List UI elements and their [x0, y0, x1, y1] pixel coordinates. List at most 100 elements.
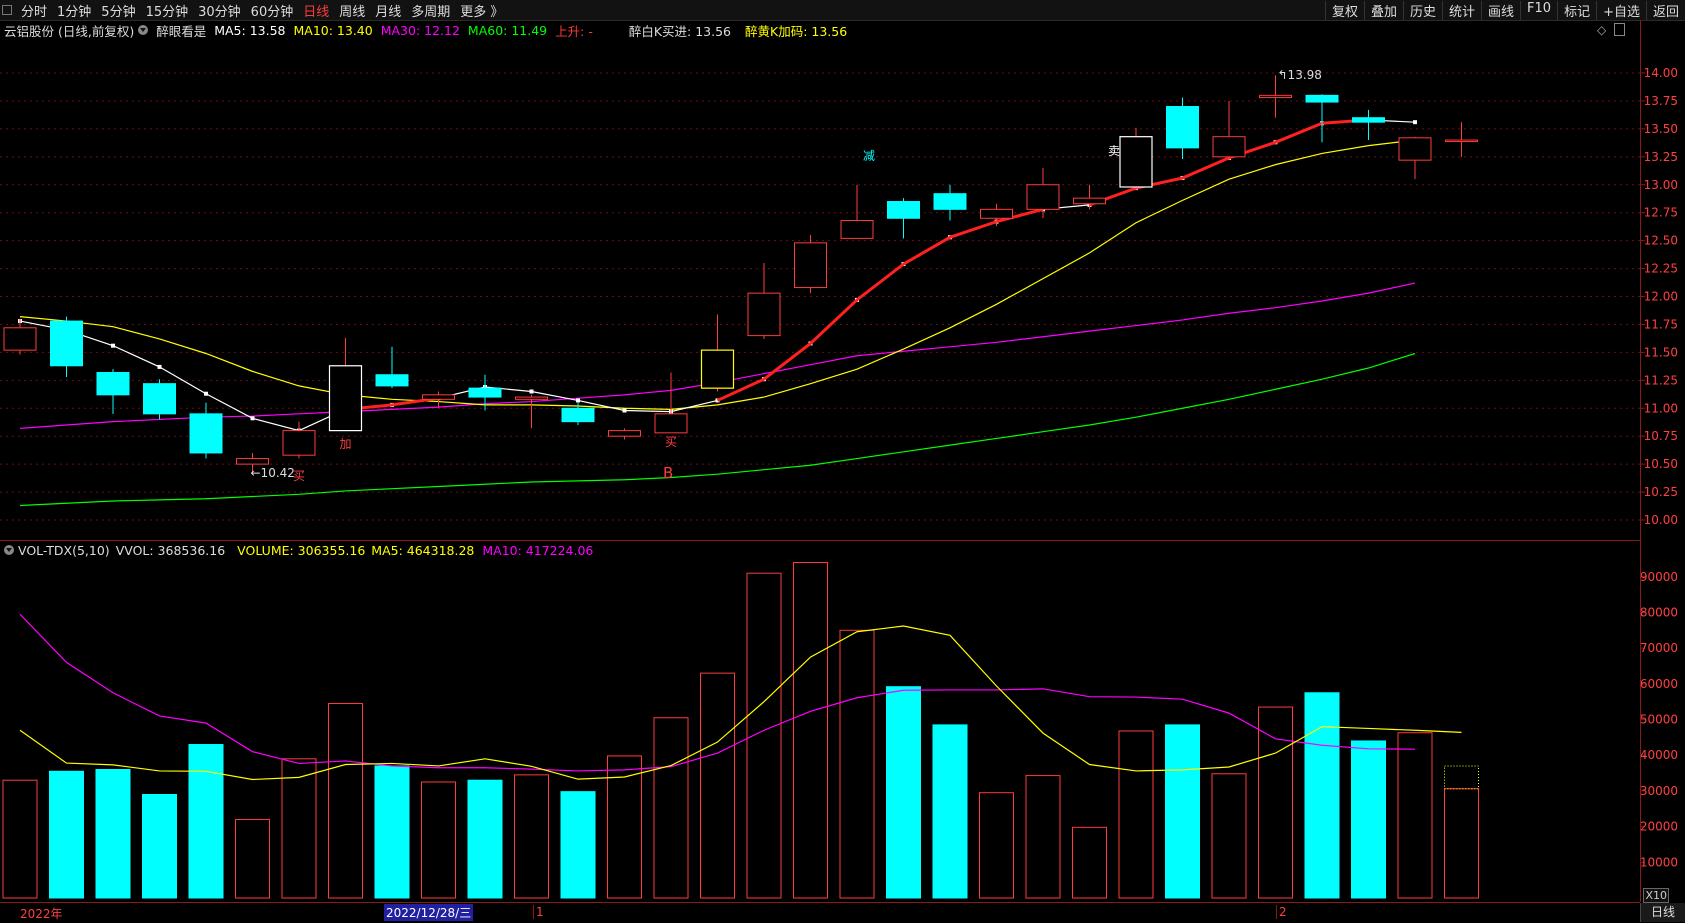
candle-up	[422, 394, 455, 400]
x-label-year: 2022年	[20, 907, 63, 921]
panel-divider[interactable]	[0, 540, 1640, 541]
add-mark: 加	[340, 437, 352, 451]
volume-bar-down	[1165, 724, 1200, 899]
period-indicator[interactable]: 日线	[1640, 903, 1685, 922]
volume-projection	[1444, 765, 1479, 790]
ma5-dot	[576, 398, 580, 403]
vol-ma5-line	[19, 625, 1462, 781]
candle-up	[282, 430, 316, 456]
candle-down	[933, 193, 967, 210]
volume-bar-up	[1211, 773, 1247, 899]
ma5-dot	[1413, 120, 1417, 125]
volume-bar-up	[1072, 826, 1107, 899]
candle-down	[189, 413, 223, 454]
candle-up	[236, 458, 269, 465]
reduce-mark: 减	[863, 149, 875, 163]
low-price-label: ←10.42	[251, 466, 295, 480]
volume-bar-up	[1444, 788, 1479, 899]
vol-tick-label: 40000	[1640, 748, 1678, 762]
volume-bar-down	[886, 686, 921, 899]
volume-bar-up	[793, 561, 828, 899]
candle-up	[1026, 184, 1060, 210]
candle-down	[1166, 106, 1199, 149]
volume-bar-down	[467, 779, 503, 899]
price-tick-label: 13.00	[1644, 178, 1678, 192]
volume-bar-down	[374, 765, 410, 899]
candle-up	[794, 242, 827, 289]
volume-bar-up	[839, 629, 875, 899]
signal-candle	[700, 349, 735, 389]
price-tick-label: 14.00	[1644, 66, 1678, 80]
volume-bar-up	[653, 717, 689, 899]
volume-bar-up	[2, 779, 38, 899]
volume-bar-down	[95, 769, 131, 899]
vol-tick-label: 30000	[1640, 784, 1678, 798]
price-tick-label: 13.75	[1644, 94, 1678, 108]
volume-bar-up	[235, 818, 270, 899]
price-tick-label: 12.25	[1644, 262, 1678, 276]
high-price-label: ↰13.98	[1278, 68, 1322, 82]
vol-tick-label: 60000	[1640, 677, 1678, 691]
vol-tick-label: 70000	[1640, 641, 1678, 655]
candle-up	[1259, 94, 1292, 99]
volume-bar-down	[560, 791, 596, 899]
vol-tick-label: 80000	[1640, 605, 1678, 619]
sell-mark: 卖	[1108, 144, 1120, 158]
volume-bar-up	[421, 781, 456, 899]
ma5-dot	[157, 364, 162, 369]
price-tick-label: 11.50	[1644, 345, 1678, 359]
volume-bar-down	[142, 793, 177, 899]
price-tick-label: 12.75	[1644, 206, 1678, 220]
volume-bar-up	[979, 792, 1014, 899]
price-tick-label: 10.50	[1644, 457, 1678, 471]
price-tick-label: 13.25	[1644, 150, 1678, 164]
price-tick-label: 11.00	[1644, 401, 1678, 415]
ma5-dot	[250, 416, 255, 421]
candle-up	[980, 208, 1013, 219]
candle-up	[840, 220, 874, 239]
candle-down	[1305, 94, 1339, 103]
vol-tick-label: 90000	[1640, 570, 1678, 584]
price-tick-label: 12.50	[1644, 234, 1678, 248]
kline-chart[interactable]: 加买买减 卖B←10.42↰13.98 14.0013.7513.5013.251…	[0, 0, 1685, 922]
price-tick-label: 10.00	[1644, 513, 1678, 527]
price-tick-label: 10.75	[1644, 429, 1678, 443]
ma5-dot	[529, 389, 534, 394]
price-tick-label: 10.25	[1644, 485, 1678, 499]
volume-bar-down	[188, 744, 224, 899]
price-tick-label: 11.75	[1644, 317, 1678, 331]
buy-mark: 买	[665, 435, 677, 449]
volume-bar-up	[700, 672, 735, 899]
candle-up	[1445, 139, 1478, 143]
candle-down	[50, 320, 83, 367]
volume-bar-down	[932, 724, 968, 899]
volume-bar-up	[1118, 730, 1154, 899]
price-tick-label: 11.25	[1644, 373, 1678, 387]
candle-down	[96, 371, 130, 396]
candle-down	[887, 201, 920, 219]
candle-up	[515, 396, 548, 400]
cursor-date: 2022/12/28/三	[384, 904, 474, 921]
ma5-dot	[622, 408, 627, 413]
candle-down	[143, 383, 176, 415]
signal-candle	[328, 365, 363, 432]
vol-tick-label: 20000	[1640, 820, 1678, 834]
candle-down	[561, 407, 595, 423]
candle-up	[608, 430, 641, 437]
vol-tick-label: 50000	[1640, 713, 1678, 727]
volume-bar-up	[328, 702, 363, 899]
x-label-month2: 2	[1276, 905, 1287, 919]
x-label-month1: 1	[533, 905, 544, 919]
volume-bar-up	[514, 774, 549, 899]
volume-bar-up	[281, 758, 317, 899]
candle-up	[747, 292, 781, 337]
candle-down	[1352, 117, 1385, 123]
candle-up	[1212, 136, 1246, 158]
volume-bar-down	[1351, 740, 1386, 899]
y-axis-line	[1640, 20, 1641, 902]
ma5-dot	[111, 343, 115, 348]
candle-down	[468, 387, 502, 398]
b-mark: B	[663, 464, 673, 482]
candle-up	[1073, 197, 1106, 205]
volume-scale-badge: X10	[1643, 888, 1669, 903]
